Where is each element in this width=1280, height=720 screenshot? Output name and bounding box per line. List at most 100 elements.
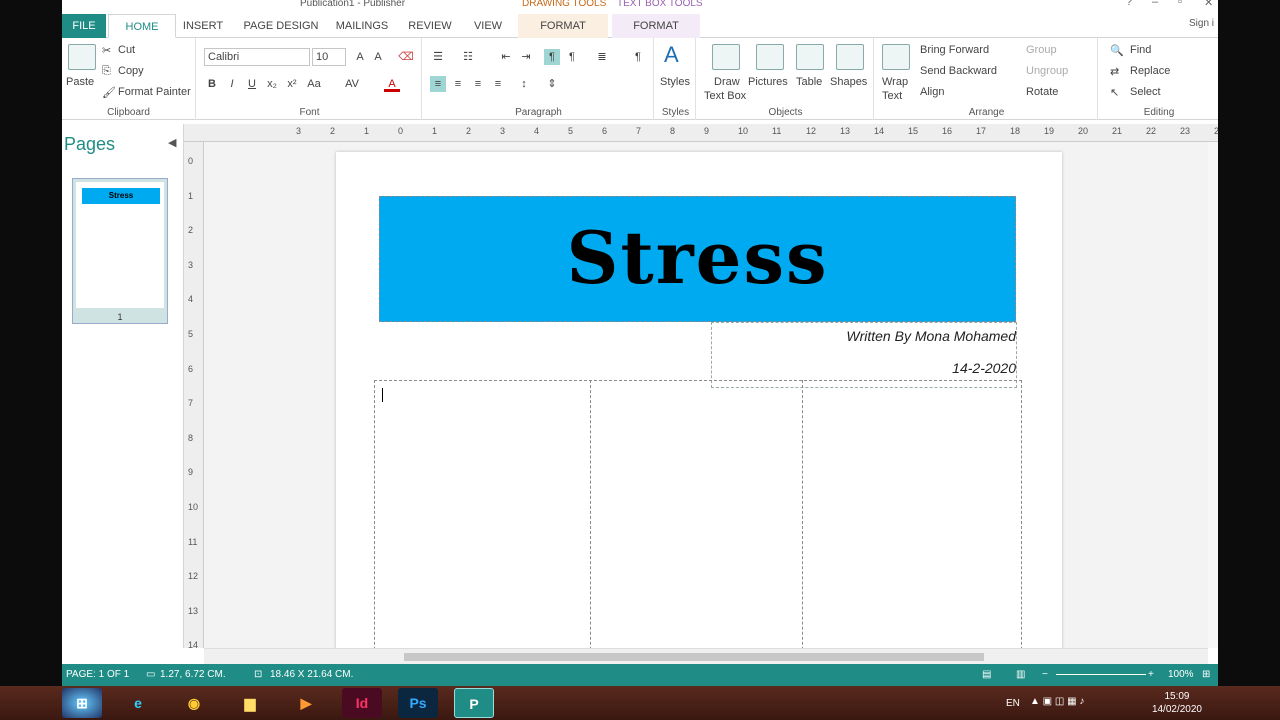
tab-view[interactable]: VIEW [466, 14, 510, 38]
publisher-taskbar-icon[interactable]: P [454, 688, 494, 718]
rtl-icon[interactable]: ¶ [564, 49, 580, 65]
pictures-icon[interactable] [756, 44, 784, 70]
paste-button[interactable]: Paste [66, 76, 94, 88]
align-left-icon[interactable]: ≡ [430, 76, 446, 92]
input-language[interactable]: EN [1006, 698, 1020, 709]
start-button-icon[interactable]: ⊞ [62, 688, 102, 718]
page-indicator[interactable]: PAGE: 1 OF 1 [66, 669, 129, 680]
media-player-icon[interactable]: ▶ [286, 688, 326, 718]
format-painter-button[interactable]: Format Painter [118, 86, 191, 98]
group-button[interactable]: Group [1026, 44, 1057, 56]
publication-page[interactable]: Stress Written By Mona Mohamed 14-2-2020 [336, 152, 1062, 648]
tab-insert[interactable]: INSERT [178, 14, 228, 38]
tab-drawing-format[interactable]: FORMAT [518, 14, 608, 38]
horizontal-scroll-thumb[interactable] [404, 653, 984, 661]
paste-icon[interactable] [68, 44, 96, 70]
internet-explorer-icon[interactable]: e [118, 688, 158, 718]
indesign-icon[interactable]: Id [342, 688, 382, 718]
horizontal-scrollbar[interactable] [204, 648, 1208, 664]
italic-icon[interactable]: I [224, 76, 240, 92]
bullets-icon[interactable]: ☰ [430, 49, 446, 65]
line-spacing-icon[interactable]: ↕ [516, 76, 532, 92]
find-button[interactable]: Find [1130, 44, 1151, 56]
document-canvas[interactable]: Stress Written By Mona Mohamed 14-2-2020 [204, 142, 1208, 648]
underline-icon[interactable]: U [244, 76, 260, 92]
bring-forward-button[interactable]: Bring Forward [920, 44, 989, 56]
select-button[interactable]: Select [1130, 86, 1161, 98]
draw-text-box-button[interactable]: Draw [714, 76, 740, 88]
subscript-icon[interactable]: x₂ [264, 76, 280, 92]
tab-page-design[interactable]: PAGE DESIGN [238, 14, 324, 38]
tab-home[interactable]: HOME [108, 14, 176, 38]
close-icon[interactable]: ✕ [1204, 0, 1213, 9]
bold-icon[interactable]: B [204, 76, 220, 92]
grow-font-icon[interactable]: A [352, 49, 368, 65]
title-banner[interactable]: Stress [379, 196, 1016, 322]
shrink-font-icon[interactable]: A [370, 49, 386, 65]
help-icon[interactable]: ? [1126, 0, 1132, 8]
vertical-ruler[interactable]: 0 1 2 3 4 5 6 7 8 9 10 11 12 13 14 [184, 142, 204, 648]
tab-review[interactable]: REVIEW [402, 14, 458, 38]
body-text-box[interactable] [374, 380, 1022, 648]
horizontal-ruler[interactable]: 3 2 1 0 1 2 3 4 5 6 7 8 9 10 11 12 13 14 15 16 17 18 19 20 21 22 2… [184, 124, 1218, 142]
font-size-select[interactable]: 10 [312, 48, 346, 66]
character-spacing-icon[interactable]: AV [344, 76, 360, 92]
vertical-scrollbar[interactable] [1208, 142, 1218, 648]
superscript-icon[interactable]: x² [284, 76, 300, 92]
date-line[interactable]: 14-2-2020 [712, 360, 1016, 376]
justify-icon[interactable]: ≡ [490, 76, 506, 92]
show-marks-icon[interactable]: ¶ [630, 49, 646, 65]
font-name-select[interactable]: Calibri [204, 48, 310, 66]
photoshop-icon[interactable]: Ps [398, 688, 438, 718]
ungroup-button[interactable]: Ungroup [1026, 65, 1068, 77]
wrap-text-icon[interactable] [882, 44, 910, 70]
shapes-button[interactable]: Shapes [830, 76, 867, 88]
clear-format-icon[interactable]: ⌫ [398, 49, 414, 65]
decrease-indent-icon[interactable]: ⇤ [498, 49, 514, 65]
increase-indent-icon[interactable]: ⇥ [518, 49, 534, 65]
paragraph-spacing-icon[interactable]: ⇕ [544, 76, 560, 92]
table-icon[interactable] [796, 44, 824, 70]
table-button[interactable]: Table [796, 76, 822, 88]
rotate-button[interactable]: Rotate [1026, 86, 1058, 98]
fit-page-icon[interactable]: ⊞ [1202, 669, 1210, 680]
align-right-icon[interactable]: ≡ [470, 76, 486, 92]
tab-mailings[interactable]: MAILINGS [330, 14, 394, 38]
styles-button[interactable]: Styles [660, 76, 690, 88]
columns-icon[interactable]: ≣ [594, 49, 610, 65]
ltr-icon[interactable]: ¶ [544, 49, 560, 65]
font-color-icon[interactable]: A [384, 76, 400, 92]
author-line[interactable]: Written By Mona Mohamed [712, 328, 1016, 344]
draw-text-box-icon[interactable] [712, 44, 740, 70]
clock[interactable]: 15:09 14/02/2020 [1152, 690, 1202, 716]
shapes-icon[interactable] [836, 44, 864, 70]
send-backward-button[interactable]: Send Backward [920, 65, 997, 77]
draw-text-box-button-line2[interactable]: Text Box [704, 90, 746, 102]
replace-button[interactable]: Replace [1130, 65, 1170, 77]
align-center-icon[interactable]: ≡ [450, 76, 466, 92]
pictures-button[interactable]: Pictures [748, 76, 788, 88]
minimize-icon[interactable]: – [1152, 0, 1158, 8]
page-thumbnail[interactable]: Stress 1 [72, 178, 168, 324]
tab-file[interactable]: FILE [62, 14, 106, 38]
chrome-icon[interactable]: ◉ [174, 688, 214, 718]
numbering-icon[interactable]: ☷ [460, 49, 476, 65]
styles-icon[interactable]: A [664, 42, 679, 68]
restore-icon[interactable]: ▫ [1178, 0, 1182, 8]
tray-icons[interactable]: ▲ ▣ ◫ ▦ ♪ [1030, 696, 1084, 707]
two-page-view-icon[interactable]: ▥ [1016, 669, 1025, 680]
copy-button[interactable]: Copy [118, 65, 144, 77]
tab-textbox-format[interactable]: FORMAT [612, 14, 700, 38]
wrap-text-button[interactable]: Wrap [882, 76, 908, 88]
zoom-slider[interactable] [1056, 674, 1146, 675]
sign-in-link[interactable]: Sign i [1189, 18, 1214, 29]
file-explorer-icon[interactable]: ▆ [230, 688, 270, 718]
collapse-pages-icon[interactable]: ◀ [168, 136, 176, 149]
single-page-view-icon[interactable]: ▤ [982, 669, 991, 680]
zoom-out-icon[interactable]: − [1042, 669, 1048, 680]
change-case-icon[interactable]: Aa [306, 76, 322, 92]
banner-title[interactable]: Stress [380, 215, 1015, 300]
cut-button[interactable]: Cut [118, 44, 135, 56]
zoom-in-icon[interactable]: + [1148, 669, 1154, 680]
zoom-level[interactable]: 100% [1168, 669, 1194, 680]
